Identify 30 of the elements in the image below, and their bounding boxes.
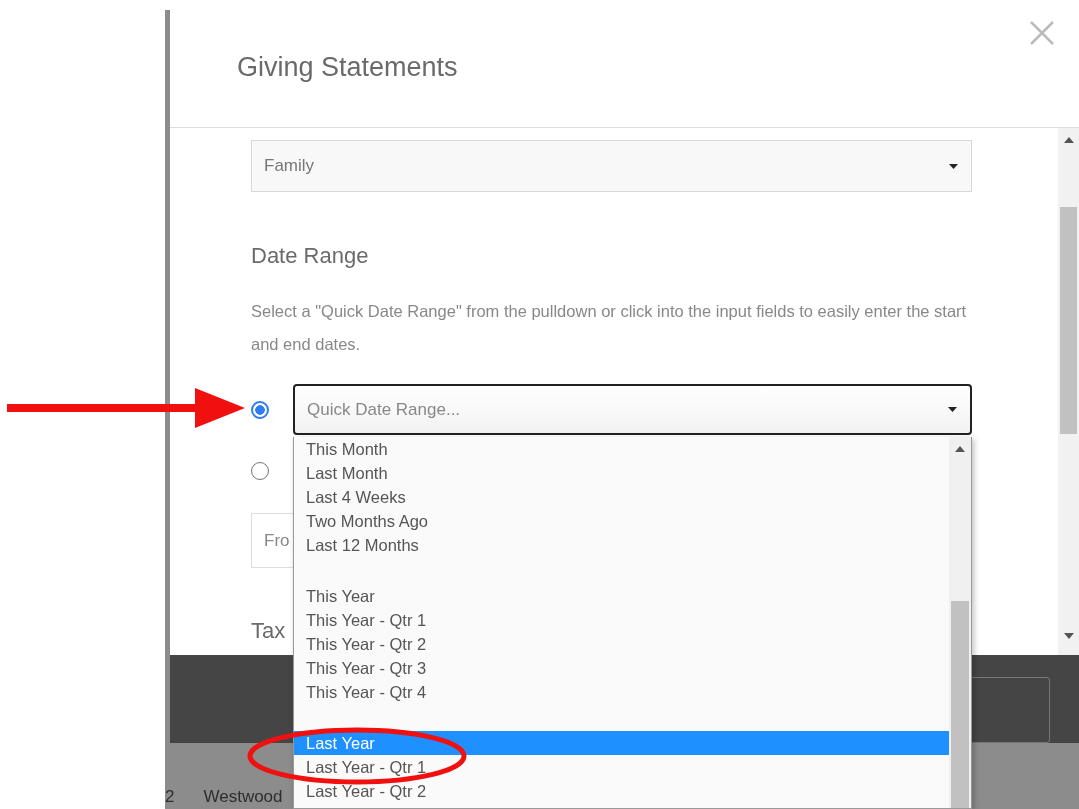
dropdown-option[interactable]: Last Year - Qtr 2 bbox=[294, 779, 949, 803]
modal-title: Giving Statements bbox=[237, 51, 458, 83]
close-icon[interactable] bbox=[1029, 20, 1055, 46]
table-cell: Westwood bbox=[203, 787, 283, 807]
dropdown-option[interactable]: Last Year - Qtr 1 bbox=[294, 755, 949, 779]
dropdown-option[interactable]: This Year - Qtr 3 bbox=[294, 656, 949, 680]
statement-type-select[interactable]: Family bbox=[251, 140, 972, 192]
section-heading: Tax bbox=[251, 617, 287, 645]
dropdown-option[interactable]: This Year - Qtr 2 bbox=[294, 632, 949, 656]
scroll-down-icon[interactable] bbox=[1063, 633, 1074, 639]
scrollbar-thumb[interactable] bbox=[1060, 207, 1077, 434]
dropdown-option[interactable]: This Year bbox=[294, 584, 949, 608]
scroll-up-icon[interactable] bbox=[1063, 137, 1074, 143]
caret-icon bbox=[948, 407, 957, 412]
dropdown-option[interactable]: This Year - Qtr 4 bbox=[294, 680, 949, 704]
radio-button[interactable] bbox=[251, 400, 269, 419]
from-field[interactable]: Fro bbox=[251, 513, 293, 568]
dropdown-option[interactable]: This Year - Qtr 1 bbox=[294, 608, 949, 632]
dropdown-option[interactable]: This Month bbox=[294, 437, 949, 461]
dropdown-option[interactable]: Two Months Ago bbox=[294, 509, 949, 533]
table-cell: 2 bbox=[165, 787, 175, 807]
section-heading: Date Range bbox=[251, 242, 370, 270]
dropdown-option[interactable]: Last 12 Months bbox=[294, 533, 949, 557]
scrollbar-thumb[interactable] bbox=[951, 601, 969, 808]
help-text: Select a "Quick Date Range" from the pulldown or click into the input fields to easily enter the start and end dates. bbox=[251, 301, 968, 355]
radio-button[interactable] bbox=[251, 461, 269, 480]
caret-icon bbox=[949, 163, 958, 169]
dropdown-option[interactable]: Last Month bbox=[294, 461, 949, 485]
scroll-up-icon[interactable] bbox=[955, 446, 965, 452]
dropdown-option[interactable]: Last 4 Weeks bbox=[294, 485, 949, 509]
